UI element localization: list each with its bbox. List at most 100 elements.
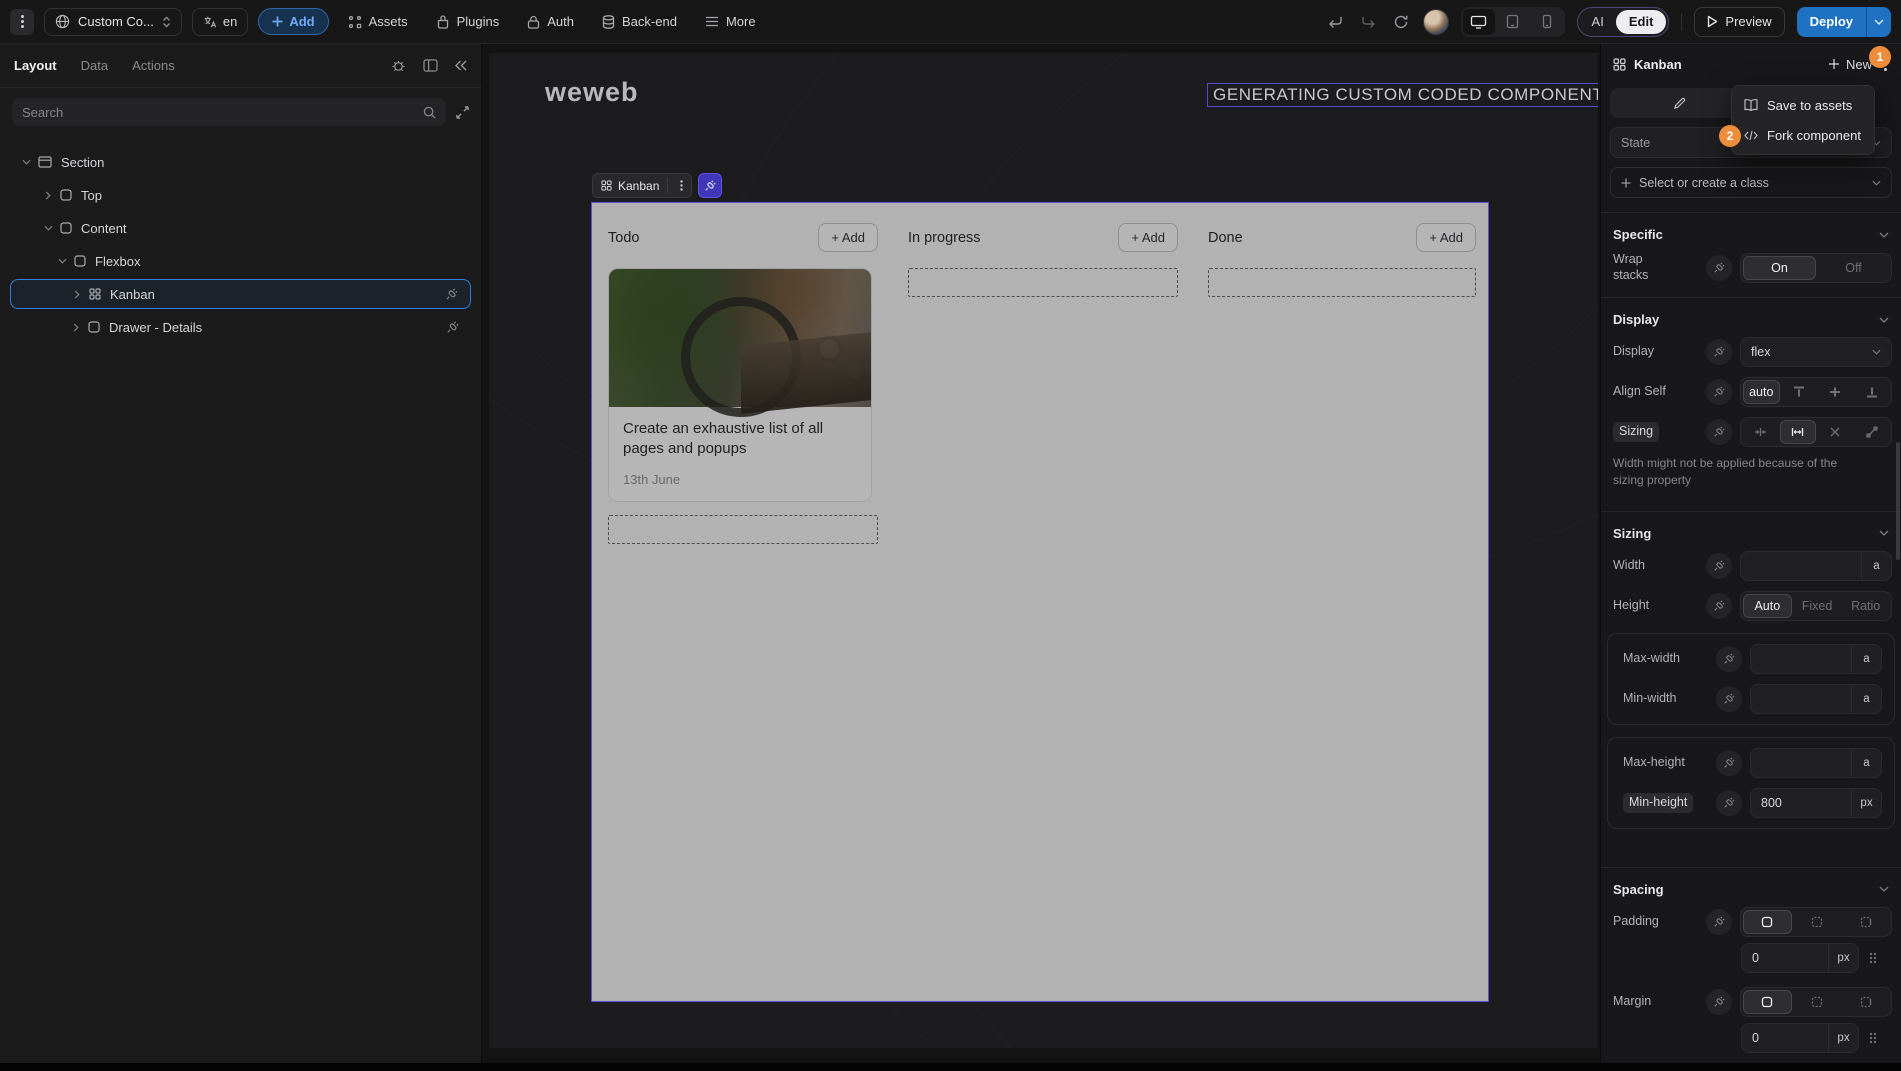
debug-icon[interactable] bbox=[391, 58, 406, 73]
mode-edit-label[interactable]: Edit bbox=[1615, 9, 1667, 34]
add-element-button[interactable]: Add bbox=[258, 8, 329, 35]
kanban-card[interactable]: Create an exhaustive list of all pages a… bbox=[608, 268, 872, 502]
nav-auth[interactable]: Auth bbox=[518, 8, 583, 36]
add-card-button[interactable]: + Add bbox=[818, 223, 878, 252]
padding-input[interactable]: 0 bbox=[1742, 944, 1828, 972]
align-self-end[interactable] bbox=[1855, 380, 1890, 404]
tree-item-flexbox[interactable]: Flexbox bbox=[10, 246, 471, 276]
padding-all-sides[interactable] bbox=[1743, 909, 1792, 934]
selected-element-chip[interactable]: Kanban bbox=[592, 173, 693, 198]
tree-item-content[interactable]: Content bbox=[10, 213, 471, 243]
bind-plug-button[interactable] bbox=[1706, 339, 1732, 366]
bind-plug-button[interactable] bbox=[1716, 645, 1742, 672]
kanban-dropzone[interactable] bbox=[908, 268, 1178, 297]
sizing-fixed[interactable] bbox=[1779, 420, 1816, 445]
search-box[interactable] bbox=[12, 98, 446, 126]
align-self-auto[interactable]: auto bbox=[1743, 380, 1780, 405]
margin-axis[interactable] bbox=[1794, 990, 1841, 1014]
tree-item-drawer-details[interactable]: Drawer - Details bbox=[10, 312, 471, 342]
align-self-start[interactable] bbox=[1782, 380, 1817, 404]
section-display[interactable]: Display bbox=[1613, 312, 1889, 327]
tab-styles[interactable] bbox=[1610, 88, 1749, 118]
project-selector[interactable]: Custom Co... bbox=[44, 7, 182, 36]
tab-actions[interactable]: Actions bbox=[132, 58, 175, 73]
max-width-input[interactable] bbox=[1751, 645, 1851, 673]
tab-data[interactable]: Data bbox=[81, 58, 108, 73]
margin-unit-button[interactable]: px bbox=[1828, 1023, 1858, 1052]
tree-item-top[interactable]: Top bbox=[10, 180, 471, 210]
tree-item-section[interactable]: Section bbox=[10, 147, 471, 177]
bind-plug-button[interactable] bbox=[1716, 789, 1742, 816]
display-select[interactable]: flex bbox=[1740, 337, 1892, 368]
chevron-down-icon[interactable] bbox=[18, 159, 34, 165]
user-avatar[interactable] bbox=[1422, 8, 1449, 35]
element-options-kebab[interactable] bbox=[674, 180, 689, 191]
collapse-sidebar-icon[interactable] bbox=[455, 60, 467, 71]
add-card-button[interactable]: + Add bbox=[1118, 223, 1178, 252]
class-selector[interactable]: Select or create a class bbox=[1610, 167, 1892, 198]
main-menu-button[interactable] bbox=[10, 8, 34, 35]
chevron-right-icon[interactable] bbox=[69, 289, 85, 299]
drag-handle-icon[interactable] bbox=[1869, 1032, 1877, 1044]
min-width-input[interactable] bbox=[1751, 685, 1851, 713]
tree-item-kanban[interactable]: Kanban bbox=[10, 279, 471, 309]
width-input[interactable] bbox=[1741, 552, 1861, 580]
kanban-dropzone[interactable] bbox=[1208, 268, 1476, 297]
undo-button[interactable] bbox=[1325, 14, 1346, 29]
sizing-stretch[interactable] bbox=[1855, 420, 1890, 444]
bind-plug-button[interactable] bbox=[1716, 685, 1742, 712]
preview-button[interactable]: Preview bbox=[1694, 6, 1785, 37]
chevron-right-icon[interactable] bbox=[68, 322, 84, 332]
add-card-button[interactable]: + Add bbox=[1416, 223, 1476, 252]
nav-plugins[interactable]: Plugins bbox=[427, 8, 509, 36]
chevron-down-icon[interactable] bbox=[40, 225, 56, 231]
expand-tree-icon[interactable] bbox=[456, 105, 469, 119]
sizing-fit[interactable] bbox=[1743, 420, 1778, 444]
ai-edit-toggle[interactable]: AI Edit bbox=[1576, 6, 1670, 37]
chevron-right-icon[interactable] bbox=[40, 190, 56, 200]
bind-plug-button[interactable] bbox=[1706, 908, 1732, 935]
bind-plug-button[interactable] bbox=[1706, 552, 1732, 579]
width-unit-button[interactable]: a bbox=[1861, 551, 1891, 580]
redo-button[interactable] bbox=[1358, 14, 1379, 29]
new-state-button[interactable]: New bbox=[1828, 57, 1872, 72]
min-height-unit-button[interactable]: px bbox=[1851, 788, 1881, 817]
nav-assets[interactable]: Assets bbox=[339, 8, 417, 36]
section-spacing[interactable]: Spacing bbox=[1613, 882, 1889, 897]
search-input[interactable] bbox=[22, 104, 423, 120]
chevron-down-icon[interactable] bbox=[54, 258, 70, 264]
align-self-center[interactable] bbox=[1818, 380, 1853, 404]
height-ratio[interactable]: Ratio bbox=[1842, 594, 1889, 618]
bind-plug-button[interactable] bbox=[1706, 254, 1732, 281]
drag-handle-icon[interactable] bbox=[1869, 952, 1877, 964]
bind-plug-button[interactable] bbox=[1706, 379, 1732, 406]
bind-plug-button[interactable] bbox=[1706, 419, 1732, 446]
margin-custom[interactable] bbox=[1842, 990, 1889, 1014]
bind-plug-button[interactable] bbox=[1706, 988, 1732, 1015]
page-title[interactable]: GENERATING CUSTOM CODED COMPONENTS bbox=[1207, 83, 1598, 107]
section-sizing[interactable]: Sizing bbox=[1613, 526, 1889, 541]
deploy-label[interactable]: Deploy bbox=[1796, 6, 1866, 37]
margin-input[interactable]: 0 bbox=[1742, 1024, 1828, 1052]
padding-axis[interactable] bbox=[1794, 910, 1841, 934]
height-fixed[interactable]: Fixed bbox=[1794, 594, 1841, 618]
deploy-button[interactable]: Deploy bbox=[1796, 6, 1891, 37]
refresh-button[interactable] bbox=[1391, 14, 1411, 30]
mode-ai-label[interactable]: AI bbox=[1580, 14, 1616, 29]
max-height-unit-button[interactable]: a bbox=[1851, 748, 1881, 777]
nav-more[interactable]: More bbox=[696, 8, 765, 36]
wrap-stacks-off[interactable]: Off bbox=[1818, 256, 1889, 280]
height-auto[interactable]: Auto bbox=[1743, 593, 1792, 618]
bind-plug-button[interactable] bbox=[1706, 592, 1732, 619]
min-height-input[interactable]: 800 bbox=[1751, 789, 1851, 817]
menu-item-fork-component[interactable]: Fork component bbox=[1732, 120, 1874, 150]
device-desktop-button[interactable] bbox=[1462, 8, 1495, 35]
margin-all-sides[interactable] bbox=[1743, 989, 1792, 1014]
sizing-none[interactable] bbox=[1818, 420, 1853, 444]
tab-layout[interactable]: Layout bbox=[14, 58, 57, 73]
wrap-stacks-on[interactable]: On bbox=[1743, 255, 1816, 280]
nav-backend[interactable]: Back-end bbox=[593, 8, 686, 36]
section-specific[interactable]: Specific bbox=[1613, 227, 1889, 242]
max-width-unit-button[interactable]: a bbox=[1851, 644, 1881, 673]
component-plug-badge[interactable] bbox=[698, 173, 723, 198]
